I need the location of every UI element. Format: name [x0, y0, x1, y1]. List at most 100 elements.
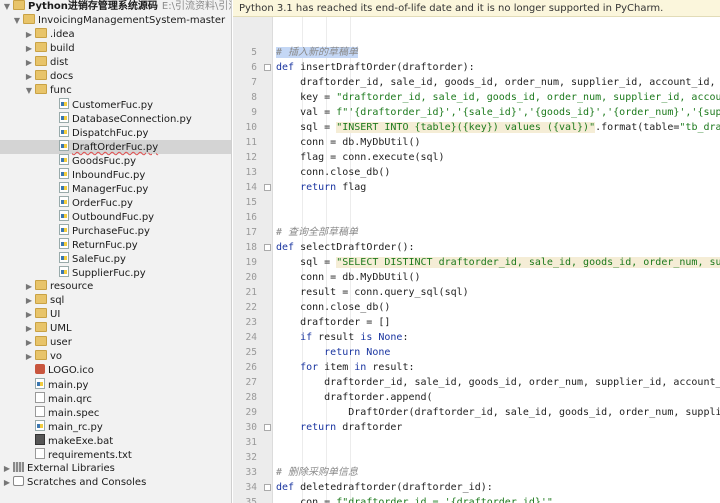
tree-item[interactable]: DispatchFuc.py [0, 126, 231, 140]
tree-item[interactable]: ▼ Python进销存管理系统源码E:\引流资料\引流资料\202 [0, 0, 231, 14]
tree-item-label: GoodsFuc.py [72, 156, 137, 167]
tree-item[interactable]: ▶ build [0, 42, 231, 56]
tree-item-label: user [50, 337, 72, 348]
tree-item[interactable]: ▶ docs [0, 70, 231, 84]
chevron-right-icon[interactable]: ▶ [24, 70, 34, 84]
library-icon [13, 462, 24, 472]
code-line: # 插入新的草稿单 [276, 45, 359, 60]
python-file-icon [59, 126, 69, 137]
code-token: if [276, 332, 319, 343]
tree-item[interactable]: ▶ .idea [0, 28, 231, 42]
code-token: return None [276, 347, 391, 358]
bat-file-icon [35, 434, 45, 445]
line-number [233, 30, 257, 45]
tree-item[interactable]: main.qrc [0, 392, 231, 406]
chevron-down-icon[interactable]: ▼ [24, 84, 34, 98]
tree-item[interactable]: ▶ sql [0, 294, 231, 308]
tree-item[interactable]: ▶ vo [0, 350, 231, 364]
tree-item[interactable]: CustomerFuc.py [0, 98, 231, 112]
tree-item[interactable]: LOGO.ico [0, 364, 231, 378]
code-token: "INSERT INTO {table}({key}) values ({val… [336, 122, 596, 133]
python-file-icon [35, 378, 45, 389]
code-token: draftorder_id, sale_id, goods_id, order_… [276, 77, 720, 88]
tree-item-label: UI [50, 309, 61, 320]
code-token: draftorder.append( [276, 392, 433, 403]
tree-item[interactable]: requirements.txt [0, 448, 231, 462]
tree-item[interactable]: ▼ func [0, 84, 231, 98]
code-line: def deletedraftorder(draftorder_id): [276, 480, 493, 495]
tree-item[interactable]: ▶ UI [0, 308, 231, 322]
line-number: 26 [245, 362, 257, 373]
code-line: def insertDraftOrder(draftorder): [276, 60, 475, 75]
banner-text: Python 3.1 has reached its end-of-life d… [239, 3, 664, 14]
tree-item[interactable]: DatabaseConnection.py [0, 112, 231, 126]
chevron-down-icon[interactable]: ▼ [2, 0, 12, 14]
code-token: flag = conn.execute(sql) [276, 152, 445, 163]
chevron-right-icon[interactable]: ▶ [24, 294, 34, 308]
chevron-right-icon[interactable]: ▶ [24, 28, 34, 42]
tree-item[interactable]: OutboundFuc.py [0, 210, 231, 224]
line-number: 27 [245, 377, 257, 388]
code-line: val = f"'{draftorder_id}','{sale_id}','{… [276, 105, 720, 120]
line-number: 19 [245, 257, 257, 268]
tree-item[interactable]: OrderFuc.py [0, 196, 231, 210]
tree-item[interactable]: ▶ Scratches and Consoles [0, 476, 231, 490]
code-token: is None [360, 332, 403, 343]
tree-item[interactable]: SupplierFuc.py [0, 266, 231, 280]
tree-item[interactable]: PurchaseFuc.py [0, 224, 231, 238]
tree-item-label: OrderFuc.py [72, 198, 133, 209]
tree-item[interactable]: ▶ UML [0, 322, 231, 336]
fold-marker-icon[interactable] [264, 484, 271, 491]
tree-item-label: External Libraries [27, 463, 115, 474]
tree-item[interactable]: main.py [0, 378, 231, 392]
tree-item[interactable]: ▶ dist [0, 56, 231, 70]
code-token: def [276, 242, 301, 253]
tree-item[interactable]: ▶ user [0, 336, 231, 350]
python-file-icon [59, 196, 69, 207]
chevron-down-icon[interactable]: ▼ [12, 14, 22, 28]
tree-item-label: main.py [48, 380, 89, 391]
code-line: if result is None: [276, 330, 408, 345]
fold-marker-icon[interactable] [264, 64, 271, 71]
code-token: f"'{draftorder_id}','{sale_id}','{goods_… [336, 107, 720, 118]
code-editor[interactable]: # 插入新的草稿单 def insertDraftOrder(draftorder… [274, 17, 720, 503]
tree-item[interactable]: makeExe.bat [0, 434, 231, 448]
line-number: 12 [245, 152, 257, 163]
tree-item[interactable]: GoodsFuc.py [0, 154, 231, 168]
code-line: key = "draftorder_id, sale_id, goods_id,… [276, 90, 720, 105]
line-number: 33 [245, 467, 257, 478]
tree-item[interactable]: InboundFuc.py [0, 168, 231, 182]
tree-item[interactable]: SaleFuc.py [0, 252, 231, 266]
chevron-right-icon[interactable]: ▶ [24, 56, 34, 70]
tree-item-label: main.qrc [48, 394, 92, 405]
chevron-right-icon[interactable]: ▶ [24, 308, 34, 322]
tree-item[interactable]: main_rc.py [0, 420, 231, 434]
code-line: con = f"draftorder_id = '{draftorder_id}… [276, 495, 553, 503]
tree-item[interactable]: ▶ resource [0, 280, 231, 294]
editor-gutter: 5 6 7 8 9 10 11 12 13 14 15 16 17 18 19 20 21 22 23 24 25 26 2… [233, 17, 273, 503]
fold-marker-icon[interactable] [264, 184, 271, 191]
chevron-right-icon[interactable]: ▶ [24, 350, 34, 364]
tree-item[interactable]: ReturnFuc.py [0, 238, 231, 252]
python-file-icon [59, 252, 69, 263]
tree-item-label: SaleFuc.py [72, 254, 126, 265]
code-line: draftorder_id, sale_id, goods_id, order_… [276, 75, 720, 90]
line-number: 24 [245, 332, 257, 343]
tree-item[interactable]: DraftOrderFuc.py [0, 140, 231, 154]
chevron-right-icon[interactable]: ▶ [24, 42, 34, 56]
code-token: deletedraftorder(draftorder_id): [300, 482, 493, 493]
tree-item[interactable]: ▶ External Libraries [0, 462, 231, 476]
line-number: 9 [251, 107, 257, 118]
chevron-right-icon[interactable]: ▶ [24, 322, 34, 336]
chevron-right-icon[interactable]: ▶ [24, 280, 34, 294]
code-token: def [276, 482, 301, 493]
tree-item[interactable]: ManagerFuc.py [0, 182, 231, 196]
chevron-right-icon[interactable]: ▶ [2, 462, 12, 476]
tree-item-label: Python进销存管理系统源码 [28, 1, 158, 12]
chevron-right-icon[interactable]: ▶ [24, 336, 34, 350]
fold-marker-icon[interactable] [264, 244, 271, 251]
chevron-right-icon[interactable]: ▶ [2, 476, 12, 490]
tree-item[interactable]: ▼ InvoicingManagementSystem-master [0, 14, 231, 28]
tree-item[interactable]: main.spec [0, 406, 231, 420]
fold-marker-icon[interactable] [264, 424, 271, 431]
